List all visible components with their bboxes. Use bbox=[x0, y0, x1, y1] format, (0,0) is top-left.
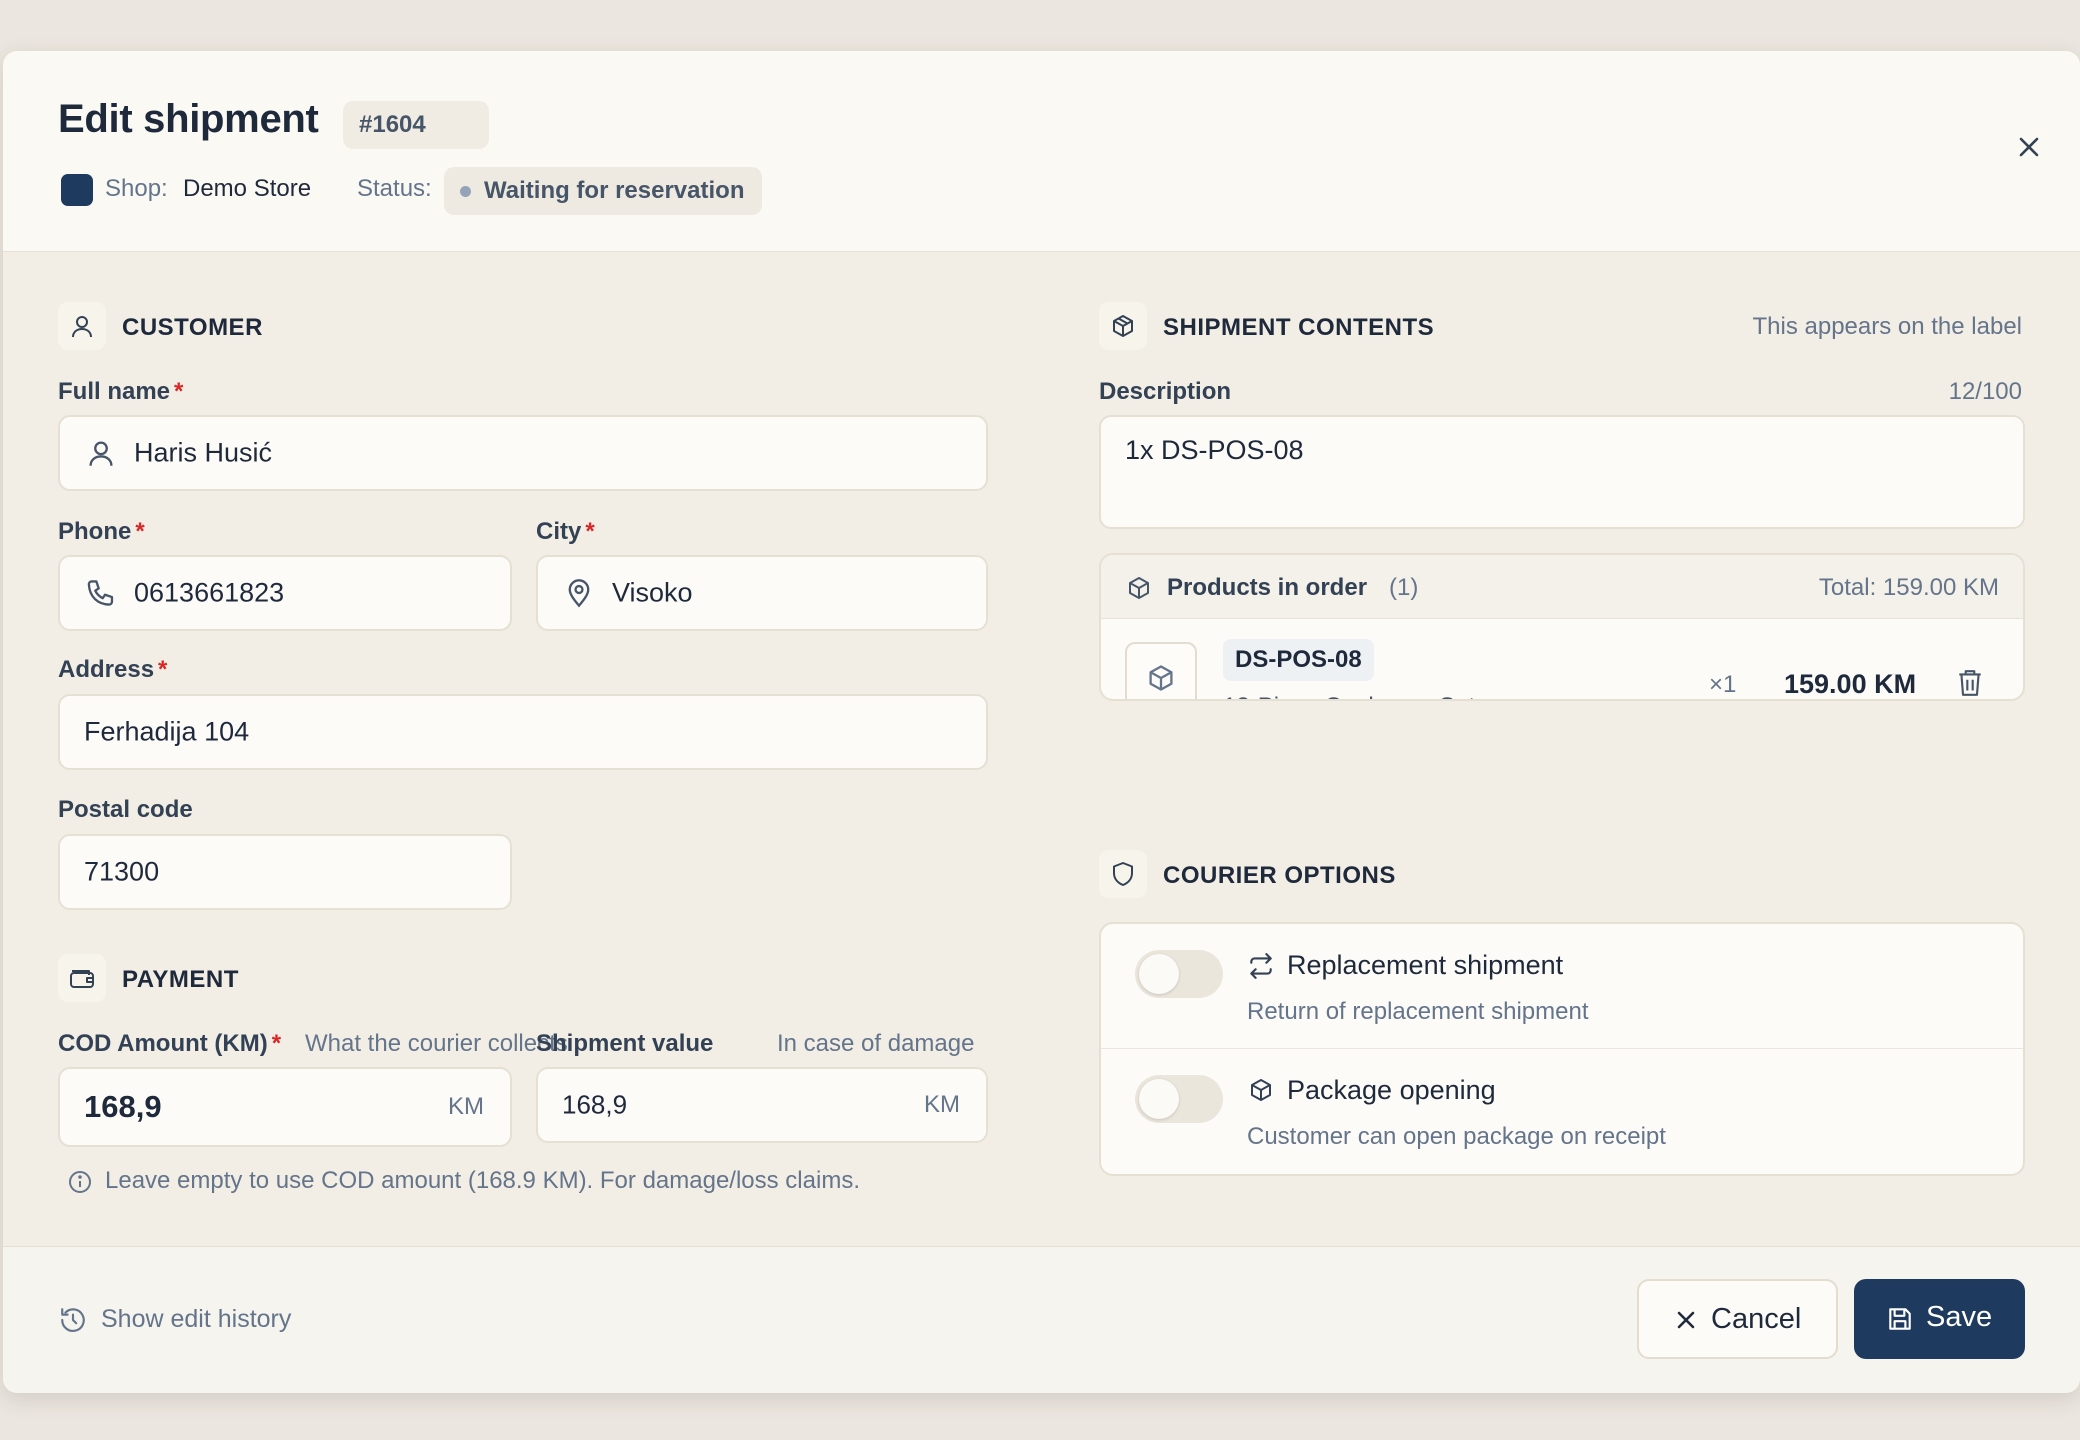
shop-color-swatch bbox=[61, 174, 93, 206]
status-badge: Waiting for reservation bbox=[444, 167, 763, 215]
history-icon bbox=[61, 1308, 85, 1332]
full-name-value: Haris Husić bbox=[134, 437, 273, 468]
close-icon bbox=[2019, 137, 2039, 157]
user-icon bbox=[58, 302, 106, 350]
postal-code-field[interactable]: 71300 bbox=[58, 834, 512, 910]
wallet-icon bbox=[58, 954, 106, 1002]
postal-code-label: Postal code bbox=[58, 796, 193, 823]
products-header: Products in order (1) Total: 159.00 KM bbox=[1101, 555, 2023, 619]
save-icon bbox=[1889, 1308, 1911, 1330]
swap-arrows-icon bbox=[1250, 953, 1272, 979]
info-icon bbox=[69, 1171, 91, 1193]
save-label: Save bbox=[1926, 1301, 1993, 1333]
status-dot bbox=[460, 186, 471, 197]
shipment-contents-section-title: SHIPMENT CONTENTS bbox=[1163, 314, 1435, 341]
package-opening-title: Package opening bbox=[1287, 1075, 1496, 1105]
order-number-badge: #1604 bbox=[343, 101, 489, 149]
shield-icon bbox=[1099, 850, 1147, 898]
save-button[interactable]: Save bbox=[1854, 1279, 2025, 1359]
postal-code-value: 71300 bbox=[84, 856, 160, 887]
package-opening-subtitle: Customer can open package on receipt bbox=[1247, 1123, 1666, 1150]
remove-product-button[interactable] bbox=[1956, 668, 1988, 699]
toggle-knob bbox=[1139, 1079, 1179, 1119]
courier-options-card: Replacement shipment Return of replaceme… bbox=[1099, 922, 2025, 1176]
toggle-knob bbox=[1139, 954, 1179, 994]
trash-icon bbox=[1959, 670, 1981, 696]
products-total: Total: 159.00 KM bbox=[1818, 574, 1999, 601]
products-title: Products in order bbox=[1167, 574, 1368, 601]
map-pin-icon bbox=[568, 579, 590, 608]
full-name-label: Full name * bbox=[58, 378, 184, 405]
user-icon bbox=[89, 441, 113, 466]
customer-section-header: CUSTOMER bbox=[58, 302, 458, 350]
products-count: (1) bbox=[1389, 574, 1419, 601]
shipment-contents-hint: This appears on the label bbox=[1752, 313, 2022, 340]
full-name-field[interactable]: Haris Husić bbox=[58, 415, 988, 491]
product-quantity: ×1 bbox=[1709, 671, 1737, 698]
payment-section-title: PAYMENT bbox=[122, 966, 239, 993]
city-value: Visoko bbox=[612, 577, 693, 608]
address-label: Address * bbox=[58, 656, 168, 683]
dialog-header: Edit shipment #1604 Shop: Demo Store Sta… bbox=[3, 51, 2080, 252]
product-price: 159.00 KM bbox=[1784, 669, 1917, 699]
shipment-contents-section-header: SHIPMENT CONTENTS bbox=[1099, 302, 1599, 350]
product-name: 12-Piece Cookware Set bbox=[1223, 693, 1475, 699]
cod-amount-label: COD Amount (KM) * bbox=[58, 1030, 282, 1057]
product-thumbnail bbox=[1125, 642, 1197, 699]
package-icon bbox=[1149, 665, 1173, 691]
shipment-value-label: Shipment value bbox=[536, 1030, 714, 1057]
city-label: City * bbox=[536, 518, 595, 545]
cod-amount-value: 168,9 bbox=[84, 1089, 162, 1124]
products-in-order-card: Products in order (1) Total: 159.00 KM D… bbox=[1099, 553, 2025, 701]
product-row: DS-POS-08 12-Piece Cookware Set ×1 159.0… bbox=[1101, 619, 2023, 699]
description-textarea[interactable]: 1x DS-POS-08 bbox=[1099, 415, 2025, 529]
status-label: Status: bbox=[357, 175, 432, 202]
shipment-meta: Shop: Demo Store Status: Waiting for res… bbox=[58, 163, 858, 215]
close-button[interactable] bbox=[2014, 132, 2044, 162]
description-counter: 12/100 bbox=[1948, 378, 2022, 405]
package-icon bbox=[1129, 577, 1149, 599]
shipment-value-currency-suffix: KM bbox=[924, 1091, 960, 1118]
shipment-value-hint: In case of damage bbox=[777, 1030, 975, 1057]
replacement-shipment-title: Replacement shipment bbox=[1287, 950, 1564, 980]
customer-section-title: CUSTOMER bbox=[122, 314, 263, 341]
package-icon bbox=[1099, 302, 1147, 350]
cancel-button[interactable]: Cancel bbox=[1637, 1279, 1838, 1359]
courier-options-section-header: COURIER OPTIONS bbox=[1099, 850, 1599, 898]
dialog-title: Edit shipment bbox=[58, 97, 319, 141]
payment-info-note: Leave empty to use COD amount (168.9 KM)… bbox=[67, 1165, 967, 1199]
description-label: Description bbox=[1099, 378, 1232, 405]
shipment-value-value: 168,9 bbox=[562, 1089, 628, 1120]
phone-label: Phone * bbox=[58, 518, 145, 545]
description-value: 1x DS-POS-08 bbox=[1125, 435, 1304, 465]
cod-currency-suffix: KM bbox=[448, 1093, 484, 1120]
package-icon bbox=[1251, 1079, 1271, 1101]
cancel-label: Cancel bbox=[1711, 1303, 1802, 1335]
close-icon bbox=[1677, 1311, 1695, 1329]
cod-amount-field[interactable]: 168,9 KM bbox=[58, 1067, 512, 1147]
city-field[interactable]: Visoko bbox=[536, 555, 988, 631]
dialog-footer: Show edit history Cancel Save bbox=[3, 1246, 2080, 1393]
shop-name: Demo Store bbox=[183, 175, 312, 202]
cod-amount-hint: What the courier collects bbox=[305, 1030, 568, 1057]
address-value: Ferhadija 104 bbox=[84, 716, 250, 747]
phone-icon bbox=[87, 580, 114, 606]
replacement-shipment-subtitle: Return of replacement shipment bbox=[1247, 998, 1589, 1025]
payment-info-text: Leave empty to use COD amount (168.9 KM)… bbox=[105, 1167, 860, 1194]
phone-field[interactable]: 0613661823 bbox=[58, 555, 512, 631]
replacement-shipment-toggle[interactable] bbox=[1135, 950, 1223, 998]
edit-shipment-dialog: Edit shipment #1604 Shop: Demo Store Sta… bbox=[3, 51, 2080, 1393]
payment-section-header: PAYMENT bbox=[58, 954, 458, 1002]
address-field[interactable]: Ferhadija 104 bbox=[58, 694, 988, 770]
courier-option-replacement: Replacement shipment Return of replaceme… bbox=[1101, 924, 2023, 1049]
shop-label: Shop: bbox=[105, 175, 168, 202]
status-value: Waiting for reservation bbox=[484, 177, 745, 204]
phone-value: 0613661823 bbox=[134, 577, 285, 608]
package-opening-toggle[interactable] bbox=[1135, 1075, 1223, 1123]
courier-options-section-title: COURIER OPTIONS bbox=[1163, 862, 1396, 889]
shipment-value-field[interactable]: 168,9 KM bbox=[536, 1067, 988, 1143]
show-edit-history-label: Show edit history bbox=[101, 1305, 292, 1333]
product-sku: DS-POS-08 bbox=[1223, 639, 1374, 681]
courier-option-package-opening: Package opening Customer can open packag… bbox=[1101, 1049, 2023, 1174]
